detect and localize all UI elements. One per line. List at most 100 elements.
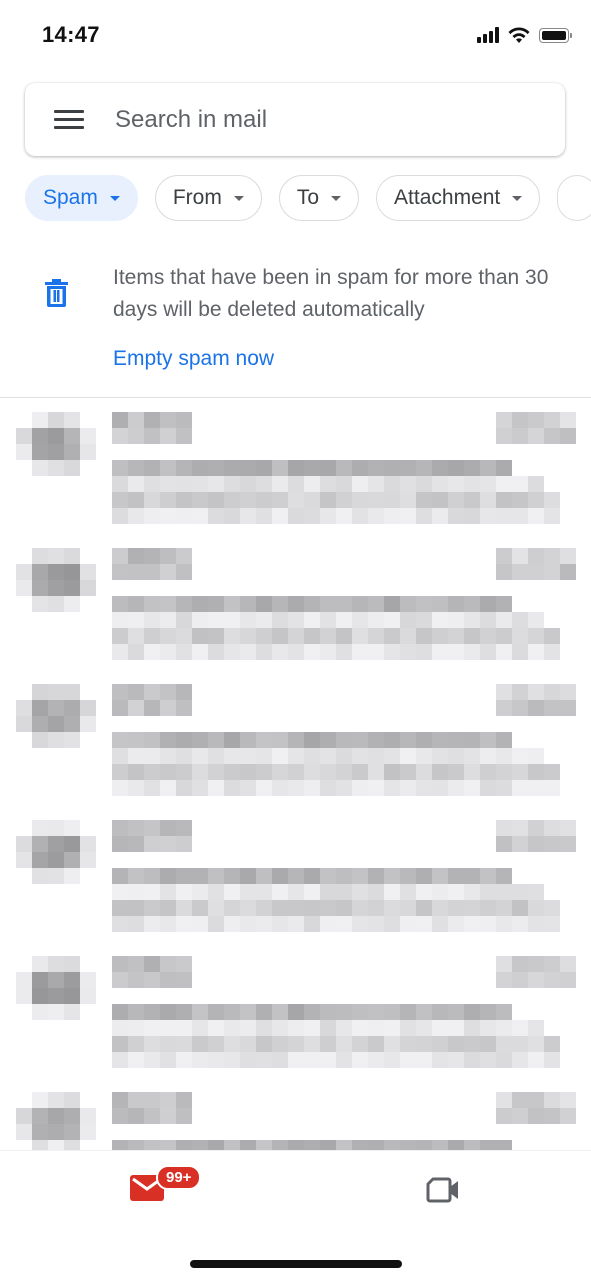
redacted-text-pixel [496, 428, 512, 444]
redacted-avatar-pixel [32, 836, 48, 852]
redacted-text-pixel [304, 508, 320, 524]
redacted-text-pixel [144, 644, 160, 660]
redacted-avatar-pixel [48, 412, 64, 428]
redacted-text-pixel [224, 1140, 240, 1150]
chip-label: From [172, 186, 222, 209]
redacted-text-pixel [416, 1004, 432, 1020]
redacted-text-pixel [160, 748, 176, 764]
redacted-text-pixel [560, 1108, 576, 1124]
redacted-text-pixel [112, 644, 128, 660]
chip-to[interactable]: To [278, 175, 360, 221]
redacted-text-pixel [448, 460, 464, 476]
redacted-avatar-pixel [64, 1004, 80, 1020]
redacted-text-pixel [464, 1004, 480, 1020]
redacted-text-pixel [304, 732, 320, 748]
redacted-avatar-pixel [80, 444, 96, 460]
redacted-text-pixel [288, 1036, 304, 1052]
mail-list-item[interactable] [0, 412, 591, 540]
redacted-text-pixel [144, 900, 160, 916]
redacted-text-pixel [448, 492, 464, 508]
redacted-text-pixel [144, 476, 160, 492]
redacted-text-pixel [480, 1052, 496, 1068]
redacted-text-pixel [240, 1140, 256, 1150]
redacted-text-pixel [160, 732, 176, 748]
redacted-text-pixel [112, 460, 128, 476]
redacted-text-pixel [432, 644, 448, 660]
mail-list[interactable] [0, 398, 591, 1150]
redacted-avatar-pixel [48, 684, 64, 700]
empty-spam-button[interactable]: Empty spam now [113, 347, 274, 371]
search-input[interactable] [113, 104, 565, 135]
redacted-avatar-pixel [48, 580, 64, 596]
mail-list-item[interactable] [0, 1092, 591, 1150]
redacted-text-pixel [528, 564, 544, 580]
redacted-text-pixel [304, 644, 320, 660]
redacted-text-pixel [512, 916, 528, 932]
redacted-text-pixel [496, 1108, 512, 1124]
redacted-text-pixel [496, 492, 512, 508]
redacted-avatar-pixel [64, 596, 80, 612]
redacted-text-pixel [176, 644, 192, 660]
redacted-text-pixel [368, 1020, 384, 1036]
redacted-text-pixel [496, 1004, 512, 1020]
redacted-text-pixel [176, 1052, 192, 1068]
redacted-text-pixel [416, 460, 432, 476]
redacted-text-pixel [160, 884, 176, 900]
chip-more[interactable] [557, 175, 591, 221]
redacted-text-pixel [448, 884, 464, 900]
redacted-avatar-pixel [32, 460, 48, 476]
redacted-text-pixel [528, 492, 544, 508]
redacted-text-pixel [544, 764, 560, 780]
redacted-text-pixel [112, 612, 128, 628]
redacted-text-pixel [528, 612, 544, 628]
redacted-text-pixel [256, 508, 272, 524]
redacted-text-pixel [240, 476, 256, 492]
redacted-text-pixel [336, 1140, 352, 1150]
redacted-text-pixel [288, 1004, 304, 1020]
redacted-text-pixel [272, 596, 288, 612]
redacted-text-pixel [336, 780, 352, 796]
redacted-text-pixel [160, 836, 176, 852]
status-time: 14:47 [42, 22, 100, 47]
redacted-text-pixel [352, 900, 368, 916]
redacted-text-pixel [192, 492, 208, 508]
redacted-text-pixel [544, 428, 560, 444]
redacted-text-pixel [320, 732, 336, 748]
redacted-text-pixel [320, 764, 336, 780]
hamburger-menu-icon[interactable] [54, 105, 84, 134]
redacted-text-pixel [128, 956, 144, 972]
redacted-text-pixel [512, 700, 528, 716]
redacted-text-pixel [176, 780, 192, 796]
mail-list-item[interactable] [0, 820, 591, 948]
redacted-text-pixel [416, 476, 432, 492]
redacted-text-pixel [272, 916, 288, 932]
redacted-text-pixel [208, 868, 224, 884]
redacted-text-pixel [416, 508, 432, 524]
redacted-avatar-pixel [48, 1092, 64, 1108]
redacted-text-pixel [512, 548, 528, 564]
redacted-text-pixel [528, 412, 544, 428]
redacted-text-pixel [496, 508, 512, 524]
redacted-text-pixel [192, 884, 208, 900]
redacted-text-pixel [128, 1004, 144, 1020]
redacted-text-pixel [304, 916, 320, 932]
mail-list-item[interactable] [0, 684, 591, 812]
redacted-text-pixel [544, 916, 560, 932]
redacted-text-pixel [112, 1108, 128, 1124]
redacted-text-pixel [256, 492, 272, 508]
redacted-text-pixel [192, 732, 208, 748]
redacted-text-pixel [176, 748, 192, 764]
chip-attachment[interactable]: Attachment [376, 175, 541, 221]
redacted-text-pixel [560, 412, 576, 428]
mail-list-item[interactable] [0, 548, 591, 676]
redacted-text-pixel [496, 868, 512, 884]
redacted-text-pixel [192, 644, 208, 660]
chip-spam[interactable]: Spam [25, 175, 138, 221]
video-camera-icon[interactable] [426, 1177, 460, 1203]
chip-from[interactable]: From [154, 175, 262, 221]
search-bar[interactable] [25, 83, 565, 156]
redacted-avatar-pixel [32, 684, 48, 700]
mail-list-item[interactable] [0, 956, 591, 1084]
redacted-text-pixel [176, 564, 192, 580]
redacted-text-pixel [176, 956, 192, 972]
